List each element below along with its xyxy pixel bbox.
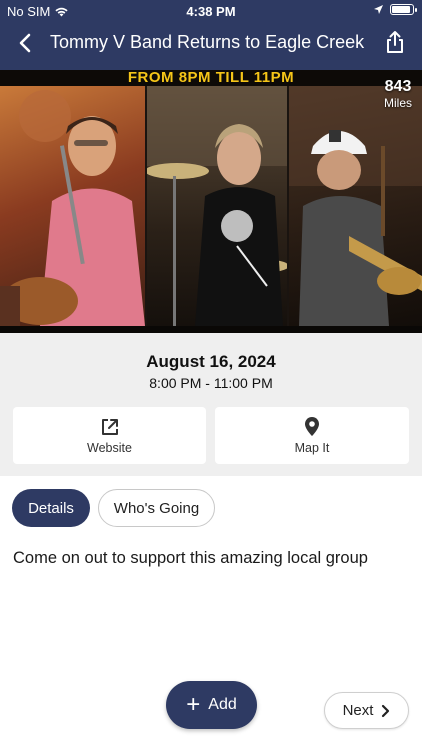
app-header: No SIM 4:38 PM Tommy V Band Returns to E… [0,0,422,70]
chevron-left-icon [19,33,31,53]
next-label: Next [342,702,374,719]
photo-panel-singer [0,86,145,326]
event-time: 8:00 PM - 11:00 PM [149,375,273,391]
event-photo: FROM 8PM TILL 11PM 843 Miles [0,70,422,333]
battery-icon [390,4,417,15]
distance-unit: Miles [383,96,412,110]
event-info-section: August 16, 2024 8:00 PM - 11:00 PM Websi… [0,333,422,476]
website-label: Website [87,440,132,455]
share-icon [387,31,403,53]
nav-bar: Tommy V Band Returns to Eagle Creek [0,24,422,62]
add-button[interactable]: + Add [166,681,257,729]
status-time: 4:38 PM [186,4,236,19]
add-label: Add [208,696,237,713]
chevron-right-icon [382,704,390,717]
share-button[interactable] [382,28,408,56]
event-description: Come on out to support this amazing loca… [13,549,368,567]
map-it-label: Map It [294,441,330,455]
page-title: Tommy V Band Returns to Eagle Creek [50,32,365,52]
photo-banner-text: FROM 8PM TILL 11PM [0,70,422,86]
map-pin-icon [305,417,319,436]
event-date: August 16, 2024 [146,352,276,371]
location-arrow-icon [374,5,383,14]
status-bar: No SIM 4:38 PM [0,0,422,22]
external-link-icon [101,418,118,435]
distance-badge: 843 Miles [384,78,412,110]
status-right [373,4,417,15]
next-button[interactable]: Next [324,692,409,729]
map-it-button[interactable]: Map It [215,407,409,464]
photo-panel-drummer [147,86,287,326]
distance-value: 843 [384,78,412,95]
website-button[interactable]: Website [13,407,206,464]
back-button[interactable] [12,30,38,56]
photo-panel-bassist [289,86,422,326]
plus-icon: + [186,691,201,718]
tab-details[interactable]: Details [12,489,90,527]
tab-whos-going[interactable]: Who's Going [98,489,215,527]
